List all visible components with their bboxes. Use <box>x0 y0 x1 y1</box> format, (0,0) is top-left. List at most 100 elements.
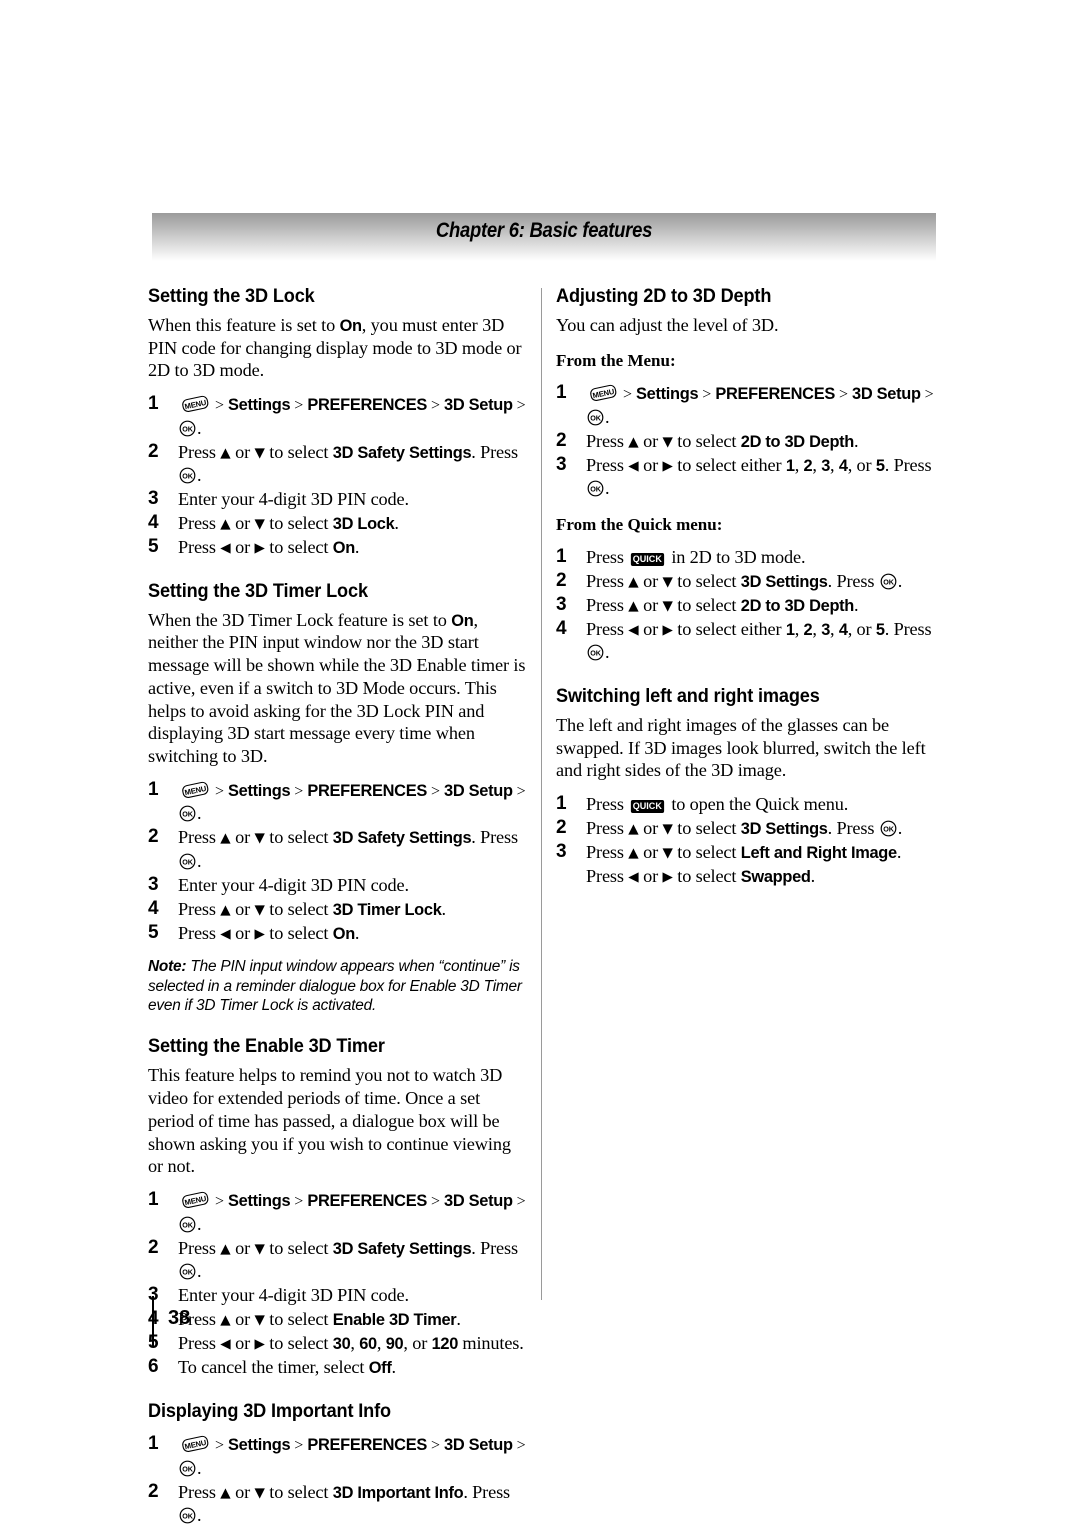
step-item: 1 MENU > Settings > PREFERENCES > 3D Setu… <box>148 1189 526 1236</box>
emphasis-term: 3D Setup <box>852 384 921 403</box>
emphasis-term: 30 <box>332 1335 351 1354</box>
step-list: 1 Press QUICK to open the Quick menu. 2 Pre… <box>556 793 941 888</box>
right-arrow-icon: ▶ <box>662 457 673 474</box>
emphasis-term: PREFERENCES <box>715 384 835 403</box>
step-number: 3 <box>148 873 159 895</box>
manual-page: Chapter 6: Basic features Setting the 3D… <box>0 0 1080 1528</box>
quick-button-icon: QUICK <box>631 552 665 566</box>
emphasis-term: 4 <box>838 456 848 475</box>
right-arrow-icon: ▶ <box>254 1336 265 1353</box>
path-separator: > <box>426 782 445 800</box>
emphasis-term: 3D Timer Lock <box>332 900 442 919</box>
step-number: 2 <box>556 429 567 451</box>
left-arrow-icon: ◀ <box>628 621 639 638</box>
left-arrow-icon: ◀ <box>220 925 231 942</box>
down-arrow-icon: ▼ <box>254 1484 265 1501</box>
down-arrow-icon: ▼ <box>254 901 265 918</box>
emphasis-term: 3D Setup <box>444 1436 513 1455</box>
step-text: Press ◀ or ▶ to select 30, 60, 90, or 12… <box>178 1333 524 1354</box>
down-arrow-icon: ▼ <box>254 1312 265 1329</box>
section-setting-the-3d-timer-lock: Setting the 3D Timer Lock When the 3D Tim… <box>148 580 526 1016</box>
step-number: 3 <box>556 593 567 615</box>
emphasis-term: PREFERENCES <box>307 396 427 415</box>
step-text: Enter your 4-digit 3D PIN code. <box>178 489 409 510</box>
step-item: 6 To cancel the timer, select Off. <box>148 1356 526 1380</box>
step-number: 1 <box>148 778 159 800</box>
section-intro: The left and right images of the glasses… <box>556 714 926 781</box>
ok-button-icon: OK <box>179 853 196 870</box>
step-number: 2 <box>148 1480 159 1502</box>
step-list: 1 Press QUICK in 2D to 3D mode. 2 Press ▲ o… <box>556 546 941 665</box>
section-heading: Adjusting 2D to 3D Depth <box>556 285 772 307</box>
emphasis-term: 3D Safety Settings <box>332 1239 472 1258</box>
emphasis-term: Settings <box>228 781 291 800</box>
step-text: Press ▲ or ▼ to select 2D to 3D Depth. <box>586 430 859 451</box>
emphasis-term: 60 <box>359 1335 377 1354</box>
section-heading: Setting the 3D Lock <box>148 285 315 307</box>
down-arrow-icon: ▼ <box>662 821 673 838</box>
step-list: 1 MENU > Settings > PREFERENCES > 3D Setu… <box>148 1189 526 1380</box>
section-adjusting-2d-to-3d-depth: Adjusting 2D to 3D Depth You can adjust t… <box>556 285 941 665</box>
step-item: 5Press ◀ or ▶ to select 30, 60, 90, or 1… <box>148 1332 526 1356</box>
ok-button-icon: OK <box>179 467 196 484</box>
ok-button-icon: OK <box>179 1507 196 1524</box>
page-number: 38 <box>168 1307 191 1329</box>
step-text: Press ▲ or ▼ to select 3D Safety Setting… <box>178 1237 518 1282</box>
left-column: Setting the 3D Lock When this feature is … <box>148 285 526 1528</box>
step-text: Press ▲ or ▼ to select 3D Timer Lock. <box>178 898 446 919</box>
step-number: 1 <box>556 381 567 403</box>
svg-text:OK: OK <box>590 413 601 422</box>
path-separator: > <box>211 397 229 415</box>
right-column: Adjusting 2D to 3D Depth You can adjust t… <box>556 285 941 889</box>
step-item: 2 Press ▲ or ▼ to select 3D Settings. Pre… <box>556 817 941 841</box>
path-separator: > <box>512 397 526 415</box>
step-number: 5 <box>148 536 159 558</box>
section-intro: When the 3D Timer Lock feature is set to… <box>148 609 526 767</box>
ok-button-icon: OK <box>587 409 604 426</box>
section-intro: You can adjust the level of 3D. <box>556 314 779 335</box>
emphasis-term: On <box>451 611 474 630</box>
emphasis-term: 2D to 3D Depth <box>740 596 855 615</box>
emphasis-term: Settings <box>228 1436 291 1455</box>
emphasis-term: On <box>332 924 355 943</box>
path-separator: > <box>619 385 637 403</box>
step-text: Press ◀ or ▶ to select either 1, 2, 3, 4… <box>586 454 932 499</box>
step-item: 1 Press QUICK to open the Quick menu. <box>556 793 941 817</box>
ok-button-icon: OK <box>179 1460 196 1477</box>
step-text: Enter your 4-digit 3D PIN code. <box>178 1285 409 1306</box>
step-list: 1 MENU > Settings > PREFERENCES > 3D Setu… <box>148 393 526 560</box>
right-arrow-icon: ▶ <box>662 621 673 638</box>
path-separator: > <box>290 782 308 800</box>
up-arrow-icon: ▲ <box>220 1240 231 1257</box>
step-text: Press ▲ or ▼ to select 2D to 3D Depth. <box>586 594 859 615</box>
up-arrow-icon: ▲ <box>628 433 639 450</box>
emphasis-term: Settings <box>228 396 291 415</box>
down-arrow-icon: ▼ <box>662 597 673 614</box>
ok-button-icon: OK <box>587 480 604 497</box>
step-text: Press ▲ or ▼ to select Enable 3D Timer. <box>178 1309 461 1330</box>
step-item: 3 Press ▲ or ▼ to select 2D to 3D Depth. <box>556 594 941 618</box>
step-text: Press QUICK to open the Quick menu. <box>586 794 849 815</box>
emphasis-term: On <box>339 316 362 335</box>
emphasis-term: 3D Setup <box>444 781 513 800</box>
menu-button-icon: MENU <box>179 781 209 798</box>
emphasis-term: 5 <box>875 620 885 639</box>
chapter-header-bar: Chapter 6: Basic features <box>152 213 936 261</box>
svg-text:OK: OK <box>590 649 601 658</box>
step-item: 4Press ▲ or ▼ to select Enable 3D Timer. <box>148 1308 526 1332</box>
path-separator: > <box>920 385 934 403</box>
step-number: 1 <box>556 545 567 567</box>
svg-text:OK: OK <box>182 1464 193 1473</box>
ok-button-icon: OK <box>880 820 897 837</box>
step-number: 1 <box>148 1433 159 1455</box>
emphasis-term: 1 <box>785 620 795 639</box>
step-item: 1 MENU > Settings > PREFERENCES > 3D Setu… <box>148 393 526 440</box>
menu-button-icon: MENU <box>179 1191 209 1209</box>
emphasis-term: 5 <box>875 456 885 475</box>
step-text: Enter your 4-digit 3D PIN code. <box>178 874 409 895</box>
path-separator: > <box>512 782 526 800</box>
step-number: 4 <box>148 897 159 919</box>
up-arrow-icon: ▲ <box>628 597 639 614</box>
svg-text:OK: OK <box>883 824 894 833</box>
path-separator: > <box>211 782 229 800</box>
